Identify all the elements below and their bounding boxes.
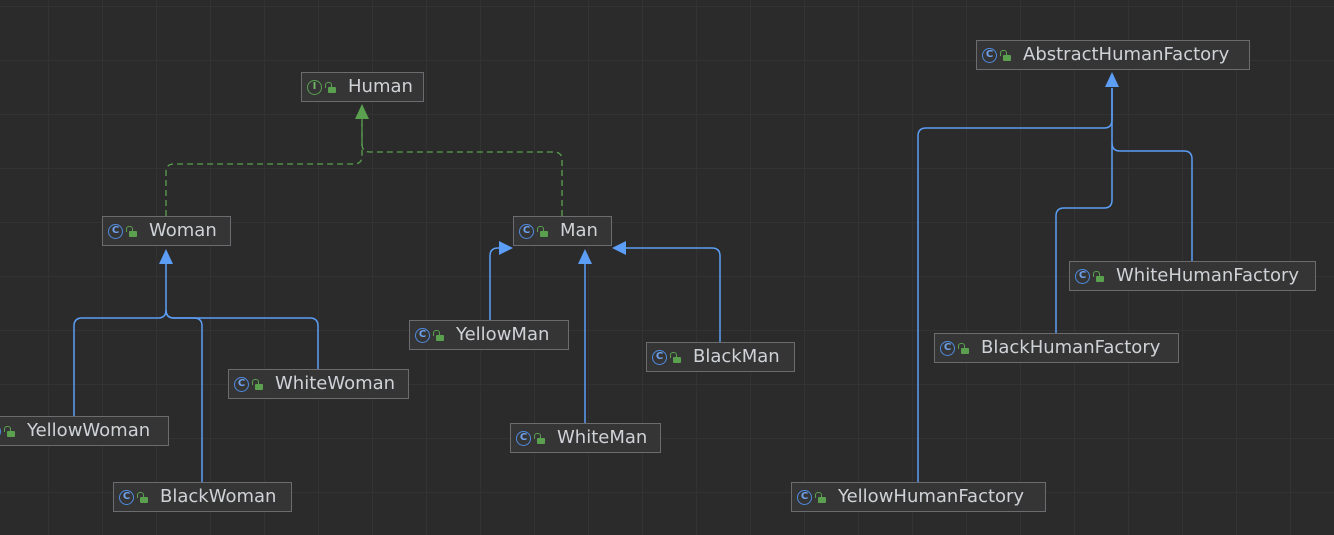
node-label: WhiteHumanFactory [1116, 265, 1300, 286]
node-label: YellowMan [456, 324, 550, 345]
class-icon: C [0, 423, 1, 439]
node-label: Man [560, 220, 598, 241]
edge-whitefactory-extends-abstract [1111, 142, 1193, 261]
public-lock-icon [137, 491, 148, 503]
node-label: WhiteWoman [275, 373, 396, 394]
public-lock-icon [325, 81, 336, 93]
node-yellowman[interactable]: C YellowMan [409, 320, 569, 350]
class-icon: C [415, 327, 430, 343]
class-icon: C [1075, 268, 1090, 284]
public-lock-icon [815, 491, 826, 503]
node-yellowwoman[interactable]: C YellowWoman [0, 416, 169, 446]
class-icon: C [234, 376, 249, 392]
node-yellowhumanfactory[interactable]: C YellowHumanFactory [791, 482, 1046, 512]
node-label: BlackWoman [160, 486, 277, 507]
public-lock-icon [534, 432, 545, 444]
node-label: Woman [149, 220, 217, 241]
edge-woman-implements-human [165, 108, 363, 216]
node-label: BlackHumanFactory [981, 337, 1161, 358]
public-lock-icon [126, 225, 137, 237]
arrowhead-abstract-factory [1105, 72, 1119, 87]
node-label: AbstractHumanFactory [1023, 44, 1230, 65]
class-icon: C [119, 489, 134, 505]
class-icon: C [940, 340, 955, 356]
node-label: YellowHumanFactory [838, 486, 1025, 507]
public-lock-icon [1093, 270, 1104, 282]
node-whitewoman[interactable]: C WhiteWoman [228, 369, 409, 399]
node-label: YellowWoman [27, 420, 151, 441]
node-abstracthumanfactory[interactable]: C AbstractHumanFactory [976, 40, 1250, 70]
class-icon: C [652, 349, 667, 365]
node-label: BlackMan [693, 346, 780, 367]
node-blackman[interactable]: C BlackMan [646, 342, 795, 372]
public-lock-icon [958, 342, 969, 354]
arrowhead-human [355, 104, 369, 119]
node-human[interactable]: I Human [301, 72, 424, 102]
class-icon: C [982, 47, 997, 63]
node-man[interactable]: C Man [513, 216, 612, 246]
node-whiteman[interactable]: C WhiteMan [510, 423, 661, 453]
arrowhead-man-bottom [578, 249, 592, 264]
public-lock-icon [433, 329, 444, 341]
edge-blackfactory-extends-abstract [1055, 88, 1113, 333]
edge-yellowman-extends-man [489, 247, 500, 320]
node-blackwoman[interactable]: C BlackWoman [113, 482, 292, 512]
class-icon: C [108, 223, 123, 239]
node-blackhumanfactory[interactable]: C BlackHumanFactory [934, 333, 1179, 363]
edge-blackwoman-extends-woman [165, 309, 203, 482]
node-whitehumanfactory[interactable]: C WhiteHumanFactory [1069, 261, 1316, 291]
arrowhead-man-left [499, 241, 513, 255]
node-label: Human [348, 76, 413, 97]
public-lock-icon [670, 351, 681, 363]
public-lock-icon [537, 225, 548, 237]
public-lock-icon [4, 425, 15, 437]
class-icon: C [797, 489, 812, 505]
class-icon: C [516, 430, 531, 446]
node-woman[interactable]: C Woman [102, 216, 231, 246]
node-label: WhiteMan [557, 427, 648, 448]
edge-man-implements-human [361, 108, 563, 216]
interface-icon: I [307, 79, 322, 95]
edge-whitewoman-extends-woman [165, 309, 319, 369]
class-icon: C [519, 223, 534, 239]
arrowhead-woman [159, 249, 173, 264]
edge-yellowwoman-extends-woman [73, 262, 167, 416]
arrowhead-man-right [612, 241, 626, 255]
edge-blackman-extends-man [625, 247, 721, 342]
public-lock-icon [252, 378, 263, 390]
public-lock-icon [1000, 49, 1011, 61]
